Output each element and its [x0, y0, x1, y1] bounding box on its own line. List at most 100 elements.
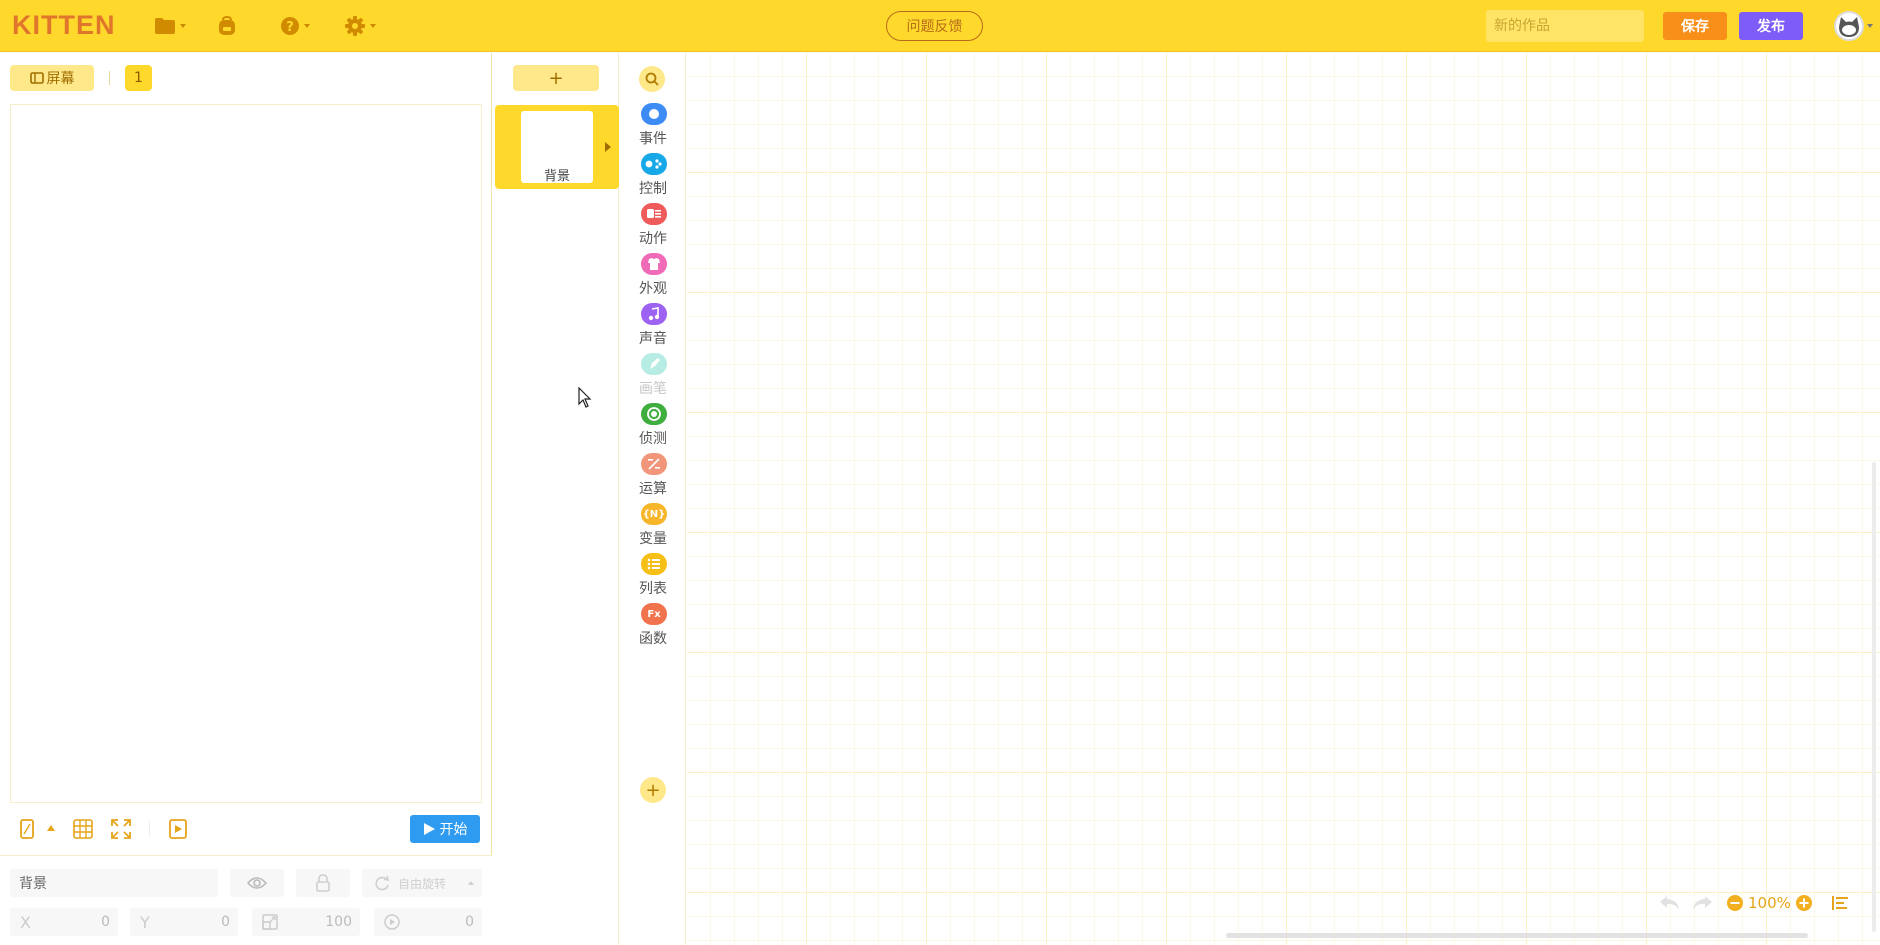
add-extension-button[interactable]: +: [640, 777, 666, 803]
shirt-icon: [641, 253, 667, 275]
category-function[interactable]: Fx 函数: [620, 603, 686, 655]
category-label: 变量: [639, 531, 667, 547]
category-glyph: Fx: [647, 608, 661, 620]
size-value: 100: [325, 914, 352, 930]
save-button[interactable]: 保存: [1663, 12, 1727, 40]
add-sprite-button[interactable]: +: [513, 65, 599, 91]
vertical-scrollbar[interactable]: [1872, 462, 1876, 932]
x-position-field[interactable]: X 0: [10, 908, 118, 936]
screen-tab[interactable]: 屏幕: [10, 65, 94, 91]
horizontal-scrollbar[interactable]: [1226, 933, 1808, 938]
category-glyph: {N}: [642, 508, 666, 520]
stage-toolbar: 开始: [10, 815, 482, 845]
direction-value: 0: [465, 914, 474, 930]
avatar[interactable]: [1834, 11, 1864, 41]
category-label: 画笔: [639, 381, 667, 397]
category-label: 函数: [639, 631, 667, 647]
category-event[interactable]: 事件: [620, 103, 686, 155]
zoom-out-icon[interactable]: [1726, 894, 1744, 912]
grid-icon[interactable]: [73, 819, 93, 839]
robot-icon: [641, 203, 667, 225]
code-workspace[interactable]: [687, 53, 1880, 945]
divider: [149, 821, 150, 837]
pen-icon: [641, 353, 667, 375]
zoom-in-icon[interactable]: [1795, 894, 1813, 912]
gear-icon: [345, 16, 365, 36]
play-icon: [423, 823, 435, 835]
stage-canvas[interactable]: [10, 104, 482, 803]
feedback-button[interactable]: 问题反馈: [886, 11, 983, 41]
category-control[interactable]: 控制: [620, 153, 686, 205]
undo-icon[interactable]: [1658, 894, 1682, 912]
x-value: 0: [101, 914, 110, 930]
search-button[interactable]: [639, 66, 665, 92]
workspace-controls: 100%: [1658, 891, 1849, 915]
function-icon: Fx: [641, 603, 667, 625]
screen-icon: [29, 72, 44, 84]
publish-button[interactable]: 发布: [1739, 12, 1803, 40]
category-sensing[interactable]: 侦测: [620, 403, 686, 455]
list-icon: [641, 553, 667, 575]
category-variable[interactable]: {N} 变量: [620, 503, 686, 555]
y-label: Y: [140, 912, 150, 932]
start-button[interactable]: 开始: [410, 815, 480, 843]
direction-icon: [384, 914, 400, 930]
direction-field[interactable]: 0: [374, 908, 482, 936]
operator-icon: [641, 453, 667, 475]
caret-up-icon[interactable]: [47, 825, 55, 831]
file-menu-button[interactable]: [154, 14, 186, 38]
category-list[interactable]: 列表: [620, 553, 686, 605]
variable-icon: {N}: [641, 503, 667, 525]
backpack-button[interactable]: [216, 14, 238, 38]
chevron-down-icon[interactable]: [1867, 24, 1873, 28]
lock-toggle[interactable]: [296, 869, 350, 897]
category-operator[interactable]: 运算: [620, 453, 686, 505]
category-looks[interactable]: 外观: [620, 253, 686, 305]
sprite-name: 背景: [543, 169, 570, 184]
screen-number-button[interactable]: 1: [125, 65, 152, 91]
target-icon: [641, 403, 667, 425]
play-mode-icon[interactable]: [169, 819, 187, 839]
project-title-input[interactable]: [1486, 10, 1644, 42]
sprite-list: + 背景: [493, 53, 619, 945]
device-icon[interactable]: [19, 819, 35, 839]
visibility-toggle[interactable]: [230, 869, 284, 897]
sprite-properties: 背景 自由旋转 X 0 Y 0 100 0: [0, 855, 492, 945]
size-field[interactable]: 100: [252, 908, 360, 936]
cat-avatar-icon: [1839, 17, 1859, 37]
caret-right-icon[interactable]: [605, 142, 611, 152]
tidy-blocks-icon[interactable]: [1831, 895, 1849, 911]
start-label: 开始: [439, 822, 468, 838]
screen-tab-label: 屏幕: [46, 71, 75, 87]
eye-icon: [247, 877, 267, 889]
svg-text:?: ?: [286, 20, 294, 35]
x-label: X: [20, 912, 31, 932]
backpack-icon: [219, 15, 235, 35]
settings-menu-button[interactable]: [344, 14, 376, 38]
category-label: 侦测: [639, 431, 667, 447]
category-label: 列表: [639, 581, 667, 597]
y-position-field[interactable]: Y 0: [130, 908, 238, 936]
fullscreen-icon[interactable]: [111, 819, 131, 839]
category-label: 事件: [639, 131, 667, 147]
help-menu-button[interactable]: ?: [280, 14, 310, 38]
category-pen[interactable]: 画笔: [620, 353, 686, 405]
help-icon: ?: [281, 17, 299, 35]
category-label: 声音: [639, 331, 667, 347]
rotation-style-select[interactable]: 自由旋转: [362, 869, 482, 897]
search-icon: [645, 72, 659, 86]
circle-icon: [641, 103, 667, 125]
top-bar: KITTEN ? 问题反馈 新的作品 保存 发布: [0, 0, 1880, 52]
category-label: 外观: [639, 281, 667, 297]
sprite-name-field[interactable]: 背景: [10, 869, 218, 897]
folder-icon: [155, 18, 175, 34]
y-value: 0: [221, 914, 230, 930]
category-action[interactable]: 动作: [620, 203, 686, 255]
mouse-cursor-icon: [578, 387, 592, 408]
category-sound[interactable]: 声音: [620, 303, 686, 355]
redo-icon[interactable]: [1690, 894, 1714, 912]
category-label: 动作: [639, 231, 667, 247]
sprite-item-background[interactable]: 背景: [495, 105, 619, 189]
resize-icon: [262, 914, 278, 930]
category-label: 控制: [639, 181, 667, 197]
